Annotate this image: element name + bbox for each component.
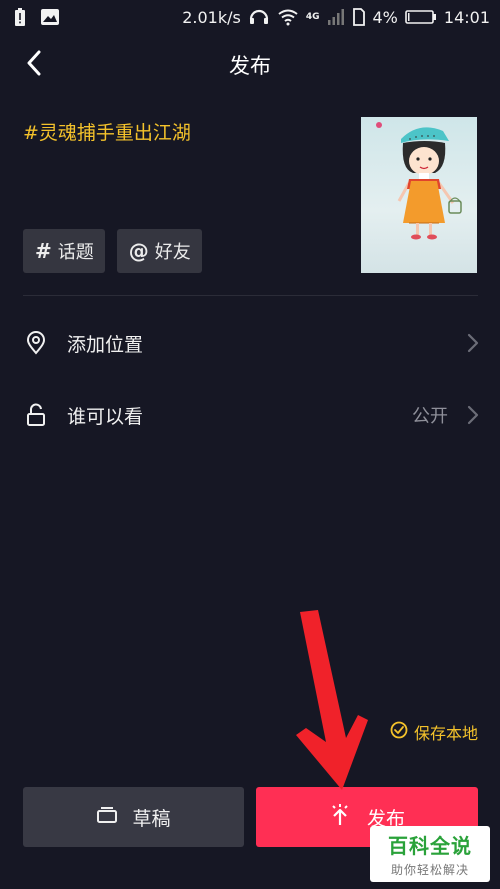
tag-row: # 话题 @ 好友 — [23, 229, 202, 273]
watermark-logo: 百科全说 助你轻松解决 — [370, 826, 490, 882]
chevron-left-icon — [26, 50, 42, 80]
watermark-main: 百科全说 — [388, 834, 472, 858]
add-location-label: 添加位置 — [67, 333, 144, 356]
draft-button[interactable]: 草稿 — [23, 787, 244, 847]
battery-percent: 4% — [372, 7, 398, 27]
add-location-row[interactable]: 添加位置 — [0, 313, 500, 373]
topic-button[interactable]: # 话题 — [23, 229, 105, 273]
chevron-right-icon — [466, 404, 480, 426]
status-left — [14, 7, 60, 27]
topic-label: 话题 — [57, 242, 94, 263]
save-local-toggle[interactable]: 保存本地 — [390, 720, 478, 744]
location-pin-icon — [24, 331, 48, 355]
friend-label: 好友 — [154, 242, 191, 263]
network-speed: 2.01k/s — [182, 7, 241, 27]
battery-icon — [405, 9, 437, 25]
visibility-label: 谁可以看 — [67, 405, 144, 428]
status-bar: 2.01k/s 4G 4% 14:01 — [0, 0, 500, 34]
network-type-badge: 4G — [305, 12, 320, 22]
cover-illustration — [376, 122, 462, 240]
upload-arrow-icon — [329, 803, 351, 832]
friend-button[interactable]: @ 好友 — [116, 229, 202, 273]
visibility-row[interactable]: 谁可以看 公开 — [0, 385, 500, 445]
signal-icon — [327, 8, 345, 26]
page-title: 发布 — [229, 54, 271, 78]
save-local-label: 保存本地 — [413, 724, 478, 743]
unlock-icon — [24, 403, 48, 427]
chevron-right-icon — [466, 332, 480, 354]
at-icon: @ — [128, 239, 149, 263]
divider — [23, 295, 478, 296]
check-circle-icon — [390, 721, 408, 743]
back-button[interactable] — [18, 48, 50, 82]
wifi-icon — [277, 8, 299, 26]
hd-headset-icon — [248, 8, 270, 26]
visibility-value: 公开 — [412, 406, 448, 427]
watermark-sub: 助你轻松解决 — [390, 863, 469, 877]
clock-time: 14:01 — [443, 7, 490, 27]
draft-label: 草稿 — [132, 807, 171, 830]
hash-icon: # — [35, 239, 52, 263]
draft-box-icon — [96, 806, 118, 829]
sim-icon — [352, 8, 366, 26]
caption-text[interactable]: #灵魂捕手重出江湖 — [23, 118, 191, 145]
header: 发布 — [0, 38, 500, 92]
cover-thumbnail[interactable] — [361, 117, 477, 273]
status-right: 2.01k/s 4G 4% 14:01 — [182, 8, 490, 27]
battery-alert-icon — [14, 7, 26, 27]
image-icon — [40, 8, 60, 26]
